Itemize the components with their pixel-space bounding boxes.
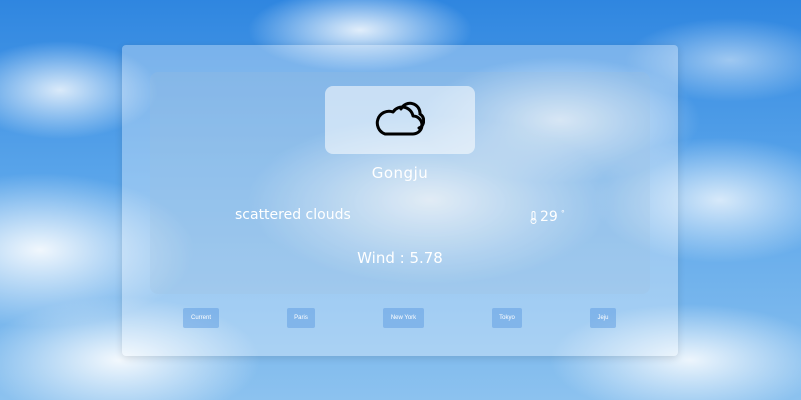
city-button-jeju[interactable]: Jeju: [590, 308, 616, 328]
temperature-value: 29: [540, 209, 558, 225]
wind-speed: Wind : 5.78: [357, 249, 443, 267]
temperature-unit: °: [560, 208, 565, 218]
weather-card: Gongju scattered clouds 29 ° Wind : 5.78 …: [122, 45, 678, 356]
city-button-paris[interactable]: Paris: [287, 308, 315, 328]
temperature: 29 °: [530, 209, 565, 225]
city-name: Gongju: [371, 164, 429, 182]
city-buttons: Current Paris New York Tokyo Jeju: [122, 308, 678, 328]
city-button-current[interactable]: Current: [183, 308, 219, 328]
weather-icon-box: [325, 86, 475, 154]
city-button-new-york[interactable]: New York: [383, 308, 424, 328]
weather-description: scattered clouds: [235, 207, 351, 223]
thermometer-icon: [530, 210, 537, 224]
cloud-icon: [375, 101, 425, 136]
city-button-tokyo[interactable]: Tokyo: [492, 308, 522, 328]
weather-panel: Gongju scattered clouds 29 ° Wind : 5.78: [150, 72, 650, 294]
